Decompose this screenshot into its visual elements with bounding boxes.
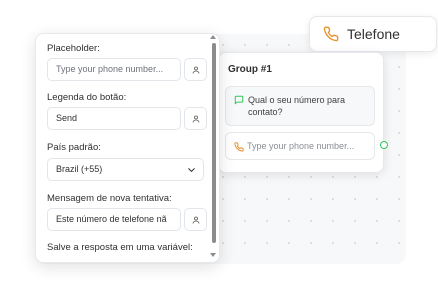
retry-message-input[interactable]: Este número de telefone nã [47, 208, 181, 231]
telefone-block-chip[interactable]: Telefone [309, 16, 437, 52]
scroll-down-arrow[interactable] [210, 253, 216, 257]
default-country-value: Brazil (+55) [56, 164, 103, 174]
text-bubble-block[interactable]: Qual o seu número para contato? [225, 86, 375, 126]
retry-message-label: Mensagem de nova tentativa: [47, 193, 172, 204]
user-icon [192, 216, 200, 224]
default-country-select[interactable]: Brazil (+55) [47, 158, 204, 181]
button-label-variable-button[interactable] [184, 107, 207, 130]
phone-input-block[interactable]: Type your phone number... [225, 132, 375, 160]
user-icon [192, 66, 200, 74]
scroll-up-arrow[interactable] [210, 35, 216, 39]
phone-icon [323, 26, 339, 42]
bubble-text: Qual o seu número para contato? [248, 95, 346, 117]
group-title: Group #1 [228, 64, 272, 75]
panel-scrollbar[interactable] [209, 33, 218, 263]
placeholder-input[interactable]: Type your phone number... [47, 58, 181, 81]
group-card[interactable]: Group #1 Qual o seu número para contato?… [218, 52, 384, 173]
phone-settings-panel: Placeholder: Type your phone number... L… [35, 33, 220, 263]
button-label-input[interactable]: Send [47, 107, 181, 130]
save-variable-label: Salve a resposta em uma variável: [47, 242, 193, 253]
chevron-down-icon [188, 168, 195, 173]
chip-label: Telefone [347, 26, 400, 42]
connection-port[interactable] [380, 141, 388, 149]
placeholder-label: Placeholder: [47, 43, 100, 54]
placeholder-variable-button[interactable] [184, 58, 207, 81]
scroll-thumb[interactable] [212, 43, 216, 243]
phone-input-preview: Type your phone number... [247, 141, 355, 151]
default-country-label: País padrão: [47, 142, 101, 153]
phone-icon [234, 142, 244, 152]
button-label-label: Legenda do botão: [47, 92, 127, 103]
retry-message-variable-button[interactable] [184, 208, 207, 231]
user-icon [192, 115, 200, 123]
chat-bubble-icon [234, 95, 244, 105]
